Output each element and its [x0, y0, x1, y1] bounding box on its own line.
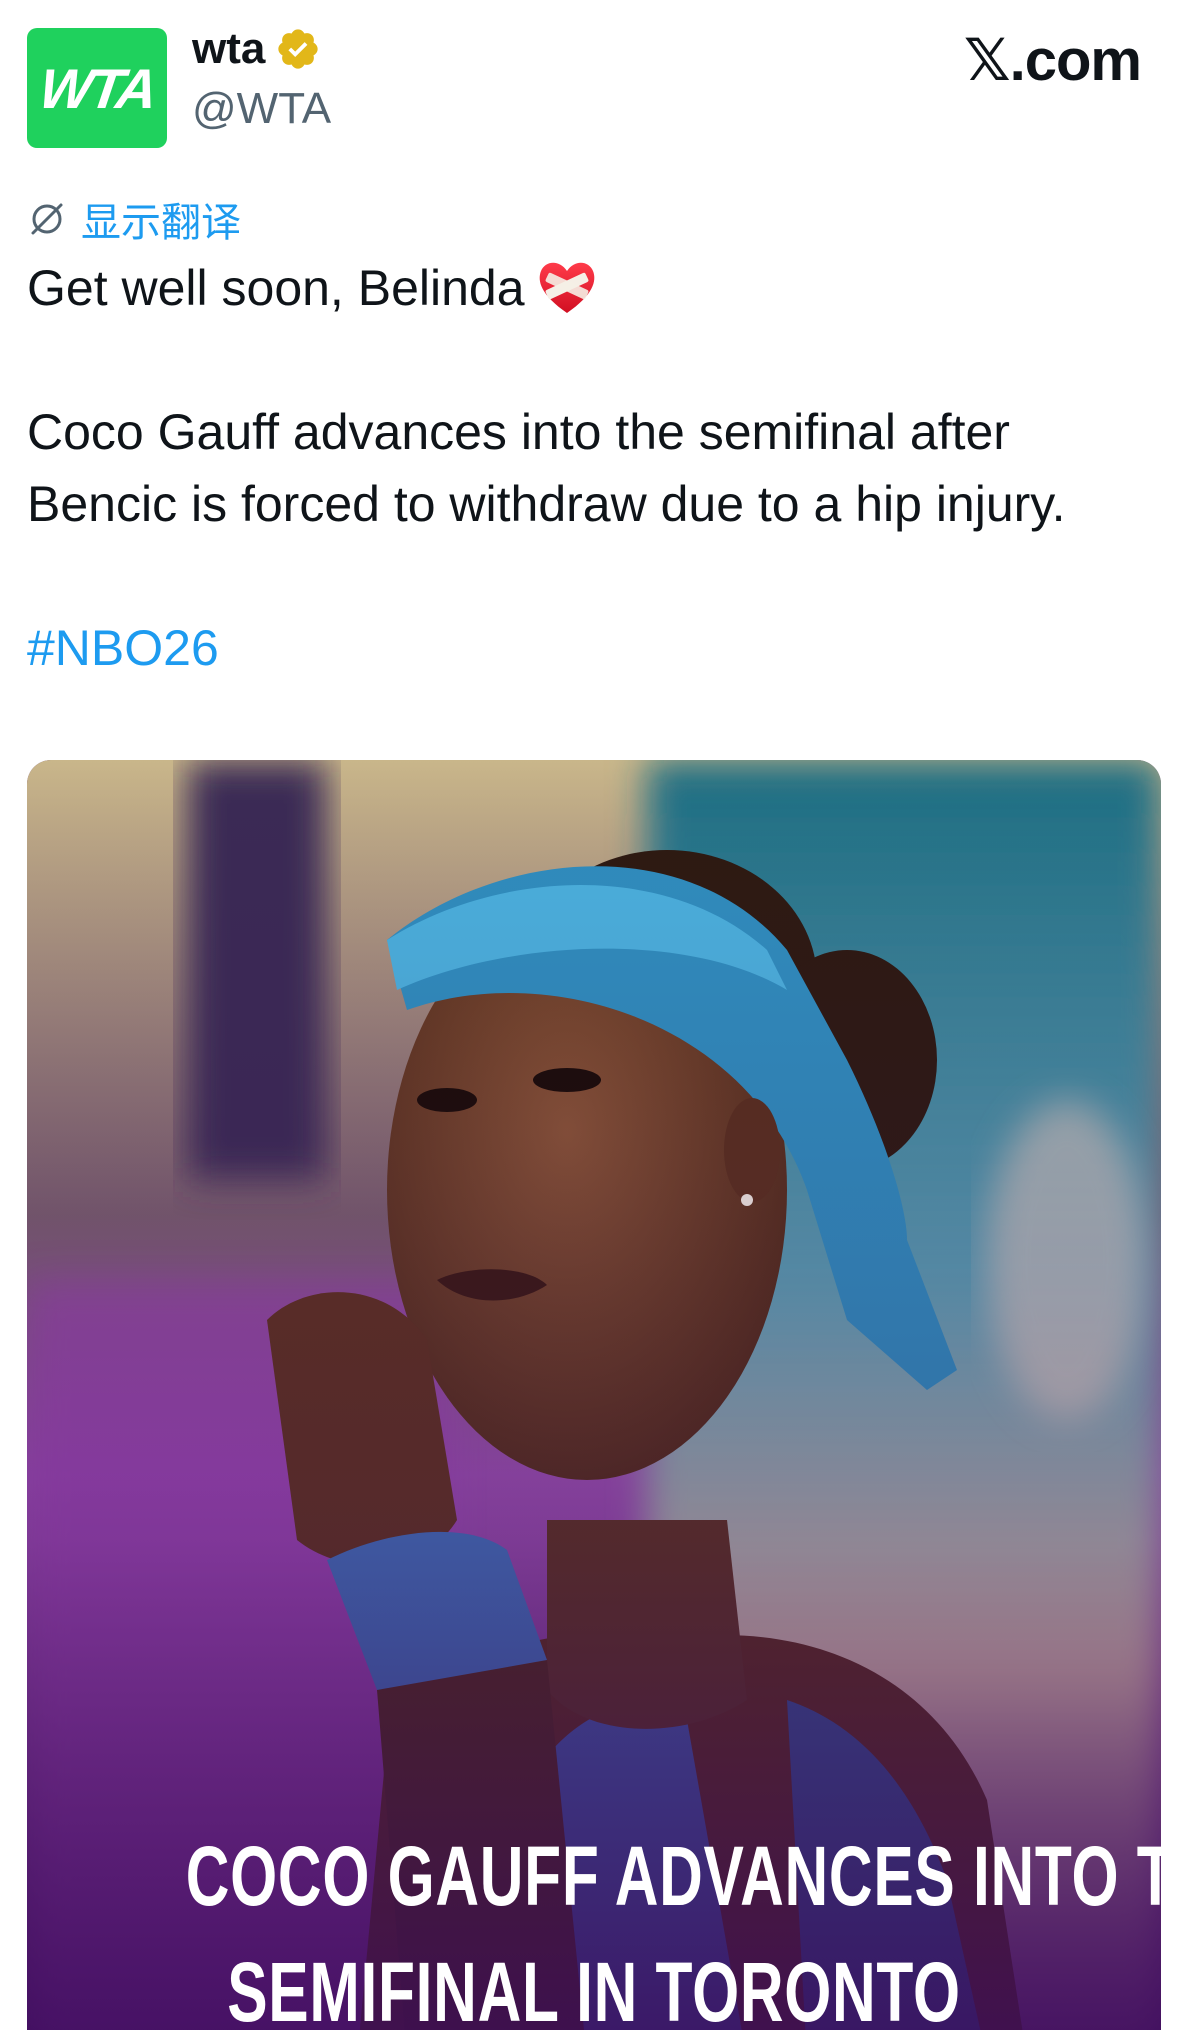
show-translation-link[interactable]: 显示翻译 [27, 190, 241, 248]
display-name[interactable]: wta [192, 24, 265, 74]
tweet-body: Get well soon, Belinda Coco Gauff advanc… [27, 252, 1157, 684]
translate-icon [31, 203, 63, 235]
image-caption: COCO GAUFF ADVANCES INTO THE SEMIFINAL I… [185, 1818, 1161, 2030]
tweet-header: WTA wta @WTA 𝕏.com [0, 0, 1179, 180]
verified-badge-icon [278, 29, 319, 69]
author-name-row[interactable]: wta [192, 24, 321, 74]
hashtag-link[interactable]: #NBO26 [27, 612, 1157, 684]
tweet-line-3: Bencic is forced to withdraw due to a hi… [27, 476, 1066, 532]
tweet-line-1: Get well soon, Belinda [27, 252, 1157, 324]
avatar-logo-text: WTA [35, 56, 159, 120]
tweet-line-2: Coco Gauff advances into the semifinal a… [27, 404, 1010, 460]
show-translation-label[interactable]: 显示翻译 [81, 190, 241, 248]
avatar[interactable]: WTA [27, 28, 167, 148]
author-handle[interactable]: @WTA [192, 84, 331, 134]
mending-heart-icon [539, 262, 594, 313]
tweet-media-image[interactable]: COCO GAUFF ADVANCES INTO THE SEMIFINAL I… [27, 760, 1161, 2030]
site-label: 𝕏.com [963, 28, 1142, 93]
caption-line-2: SEMIFINAL IN TORONTO [227, 1945, 961, 2030]
caption-line-1: COCO GAUFF ADVANCES INTO THE [185, 1829, 1161, 1923]
tweet-text-line-1: Get well soon, Belinda [27, 260, 525, 316]
